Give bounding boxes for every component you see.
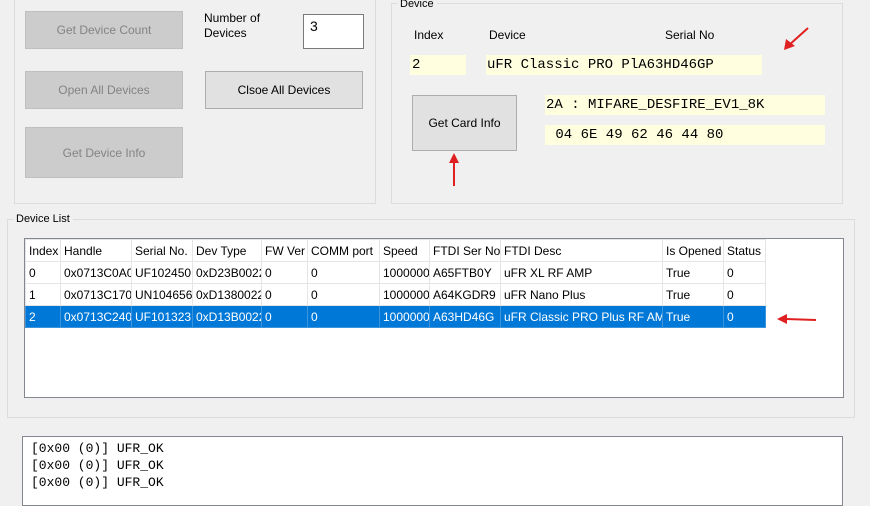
cell-dev-type: 0xD23B0022 bbox=[192, 261, 262, 284]
column-header-speed[interactable]: Speed bbox=[379, 239, 430, 262]
cell-speed: 1000000 bbox=[379, 261, 430, 284]
cell-ftdi-ser-no: A64KGDR9 bbox=[429, 283, 501, 306]
open-all-devices-button[interactable]: Open All Devices bbox=[25, 71, 183, 109]
cell-dev-type: 0xD13B0022 bbox=[192, 305, 262, 328]
column-header-fw-ver[interactable]: FW Ver bbox=[261, 239, 308, 262]
number-of-devices-field[interactable]: 3 bbox=[303, 14, 364, 49]
number-of-devices-label-line2: Devices bbox=[204, 26, 247, 40]
cell-speed: 1000000 bbox=[379, 283, 430, 306]
cell-fw-ver: 0 bbox=[261, 305, 308, 328]
column-header-is-opened[interactable]: Is Opened bbox=[662, 239, 724, 262]
table-row-selected[interactable]: 2 0x0713C240 UF101323 0xD13B0022 0 0 100… bbox=[25, 305, 766, 328]
cell-serial-no: UF101323 bbox=[131, 305, 193, 328]
cell-fw-ver: 0 bbox=[261, 283, 308, 306]
device-name-value: uFR Classic PRO PlA63HD46GP bbox=[486, 55, 762, 75]
table-row[interactable]: 1 0x0713C170 UN104656 0xD1380022 0 0 100… bbox=[25, 283, 766, 306]
card-type-value: 2A : MIFARE_DESFIRE_EV1_8K bbox=[545, 95, 825, 115]
device-group-title: Device bbox=[397, 0, 437, 10]
cell-handle: 0x0713C0A0 bbox=[60, 261, 132, 284]
column-header-dev-type[interactable]: Dev Type bbox=[192, 239, 262, 262]
column-header-ftdi-ser-no[interactable]: FTDI Ser No bbox=[429, 239, 501, 262]
cell-speed: 1000000 bbox=[379, 305, 430, 328]
cell-status: 0 bbox=[723, 283, 766, 306]
cell-serial-no: UF102450 bbox=[131, 261, 193, 284]
table-row[interactable]: 0 0x0713C0A0 UF102450 0xD23B0022 0 0 100… bbox=[25, 261, 766, 284]
device-index-value: 2 bbox=[410, 55, 466, 75]
device-name-header: Device bbox=[489, 28, 526, 42]
column-header-serial-no[interactable]: Serial No. bbox=[131, 239, 193, 262]
cell-status: 0 bbox=[723, 305, 766, 328]
cell-index: 2 bbox=[25, 305, 61, 328]
number-of-devices-label: Number of Devices bbox=[204, 11, 260, 41]
cell-handle: 0x0713C170 bbox=[60, 283, 132, 306]
card-uid-value: 04 6E 49 62 46 44 80 bbox=[545, 125, 825, 145]
get-device-count-button[interactable]: Get Device Count bbox=[25, 11, 183, 49]
arrow-icon-card-info bbox=[449, 153, 459, 186]
device-serial-header: Serial No bbox=[665, 28, 715, 42]
log-line: [0x00 (0)] UFR_OK bbox=[31, 475, 164, 490]
cell-handle: 0x0713C240 bbox=[60, 305, 132, 328]
device-list-header-row: Index Handle Serial No. Dev Type FW Ver … bbox=[25, 239, 766, 262]
device-list-table: Index Handle Serial No. Dev Type FW Ver … bbox=[25, 239, 766, 328]
column-header-index[interactable]: Index bbox=[25, 239, 61, 262]
cell-ftdi-desc: uFR Classic PRO Plus RF AMP bbox=[500, 305, 663, 328]
cell-comm-port: 0 bbox=[307, 261, 380, 284]
get-card-info-button[interactable]: Get Card Info bbox=[412, 95, 517, 151]
cell-comm-port: 0 bbox=[307, 305, 380, 328]
column-header-comm-port[interactable]: COMM port bbox=[307, 239, 380, 262]
arrow-icon-selected-row bbox=[777, 314, 817, 324]
device-index-header: Index bbox=[414, 28, 444, 42]
cell-ftdi-desc: uFR Nano Plus bbox=[500, 283, 663, 306]
cell-status: 0 bbox=[723, 261, 766, 284]
cell-ftdi-ser-no: A63HD46G bbox=[429, 305, 501, 328]
column-header-ftdi-desc[interactable]: FTDI Desc bbox=[500, 239, 663, 262]
log-line: [0x00 (0)] UFR_OK bbox=[31, 441, 164, 456]
column-header-status[interactable]: Status bbox=[723, 239, 766, 262]
cell-index: 0 bbox=[25, 261, 61, 284]
cell-ftdi-desc: uFR XL RF AMP bbox=[500, 261, 663, 284]
cell-index: 1 bbox=[25, 283, 61, 306]
cell-serial-no: UN104656 bbox=[131, 283, 193, 306]
log-output[interactable]: [0x00 (0)] UFR_OK [0x00 (0)] UFR_OK [0x0… bbox=[22, 436, 843, 506]
close-all-devices-button[interactable]: Clsoe All Devices bbox=[205, 71, 363, 109]
log-line: [0x00 (0)] UFR_OK bbox=[31, 458, 164, 473]
number-of-devices-label-line1: Number of bbox=[204, 11, 261, 25]
device-list-title: Device List bbox=[13, 213, 73, 225]
arrow-icon-serial bbox=[784, 27, 809, 50]
get-device-info-button[interactable]: Get Device Info bbox=[25, 127, 183, 178]
cell-is-opened: True bbox=[662, 261, 724, 284]
cell-fw-ver: 0 bbox=[261, 261, 308, 284]
cell-ftdi-ser-no: A65FTB0Y bbox=[429, 261, 501, 284]
column-header-handle[interactable]: Handle bbox=[60, 239, 132, 262]
cell-comm-port: 0 bbox=[307, 283, 380, 306]
cell-is-opened: True bbox=[662, 283, 724, 306]
device-list-view[interactable]: Index Handle Serial No. Dev Type FW Ver … bbox=[24, 238, 844, 398]
cell-dev-type: 0xD1380022 bbox=[192, 283, 262, 306]
cell-is-opened: True bbox=[662, 305, 724, 328]
